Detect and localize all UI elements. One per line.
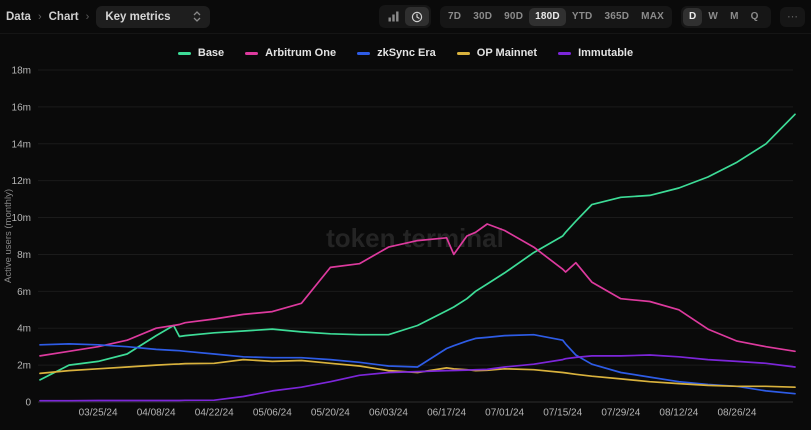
y-tick-label: 8m xyxy=(17,250,31,261)
x-tick-label: 03/25/24 xyxy=(79,408,118,419)
x-tick-label: 04/22/24 xyxy=(195,408,234,419)
frequency-w-button[interactable]: W xyxy=(702,8,724,26)
y-tick-label: 18m xyxy=(12,66,31,77)
range-button-group: 7D30D90D180DYTD365DMAX xyxy=(440,6,672,28)
range-30d-button[interactable]: 30D xyxy=(467,8,498,26)
y-tick-label: 0 xyxy=(25,398,31,409)
watermark: token terminal xyxy=(326,223,504,253)
chevron-right-icon: › xyxy=(38,11,42,23)
range-max-button[interactable]: MAX xyxy=(635,8,670,26)
x-tick-label: 08/26/24 xyxy=(717,408,756,419)
clock-icon[interactable] xyxy=(405,7,429,26)
frequency-d-button[interactable]: D xyxy=(683,8,702,26)
y-axis-title: Active users (monthly) xyxy=(3,189,14,283)
immutable-line xyxy=(40,355,795,401)
metric-select[interactable]: Key metrics xyxy=(96,6,210,28)
zksync-era-line xyxy=(40,335,795,394)
header-bar: Data › Chart › Key metrics xyxy=(0,0,811,34)
y-tick-label: 12m xyxy=(12,176,31,187)
x-tick-label: 07/01/24 xyxy=(485,408,524,419)
bar-chart-icon[interactable] xyxy=(381,7,405,26)
breadcrumb-section[interactable]: Chart xyxy=(49,11,79,23)
breadcrumb-root[interactable]: Data xyxy=(6,11,31,23)
range-365d-button[interactable]: 365D xyxy=(598,8,635,26)
y-tick-label: 2m xyxy=(17,361,31,372)
more-options-button[interactable]: ⋯ xyxy=(780,7,805,27)
x-tick-label: 04/08/24 xyxy=(137,408,176,419)
chevron-right-icon: › xyxy=(86,11,90,23)
x-tick-label: 07/29/24 xyxy=(601,408,640,419)
up-down-chevron-icon xyxy=(193,11,201,22)
frequency-m-button[interactable]: M xyxy=(724,8,745,26)
op-mainnet-line xyxy=(40,360,795,388)
chart-toolbar: 7D30D90D180DYTD365DMAX DWMQ ⋯ xyxy=(379,5,805,28)
y-tick-label: 4m xyxy=(17,324,31,335)
frequency-button-group: DWMQ xyxy=(681,6,771,28)
line-layer xyxy=(40,114,795,400)
x-tick-label: 05/06/24 xyxy=(253,408,292,419)
frequency-q-button[interactable]: Q xyxy=(745,8,765,26)
y-tick-label: 10m xyxy=(12,213,31,224)
y-tick-label: 16m xyxy=(12,102,31,113)
range-180d-button[interactable]: 180D xyxy=(529,8,566,26)
y-tick-label: 6m xyxy=(17,287,31,298)
x-tick-label: 05/20/24 xyxy=(311,408,350,419)
metric-select-value: Key metrics xyxy=(105,11,170,23)
view-toggle-group xyxy=(379,5,431,28)
x-axis-labels: 03/25/24 04/08/24 04/22/24 05/06/24 05/20/24… xyxy=(79,408,757,419)
x-tick-label: 06/03/24 xyxy=(369,408,408,419)
x-tick-label: 07/15/24 xyxy=(543,408,582,419)
breadcrumb: Data › Chart › Key metrics xyxy=(6,6,210,28)
x-tick-label: 08/12/24 xyxy=(659,408,698,419)
chart-canvas[interactable]: 02m4m6m8m10m12m14m16m18m token terminal … xyxy=(0,34,811,430)
y-tick-label: 14m xyxy=(12,139,31,150)
range-7d-button[interactable]: 7D xyxy=(442,8,467,26)
range-90d-button[interactable]: 90D xyxy=(498,8,529,26)
x-tick-label: 06/17/24 xyxy=(427,408,466,419)
range-ytd-button[interactable]: YTD xyxy=(566,8,599,26)
